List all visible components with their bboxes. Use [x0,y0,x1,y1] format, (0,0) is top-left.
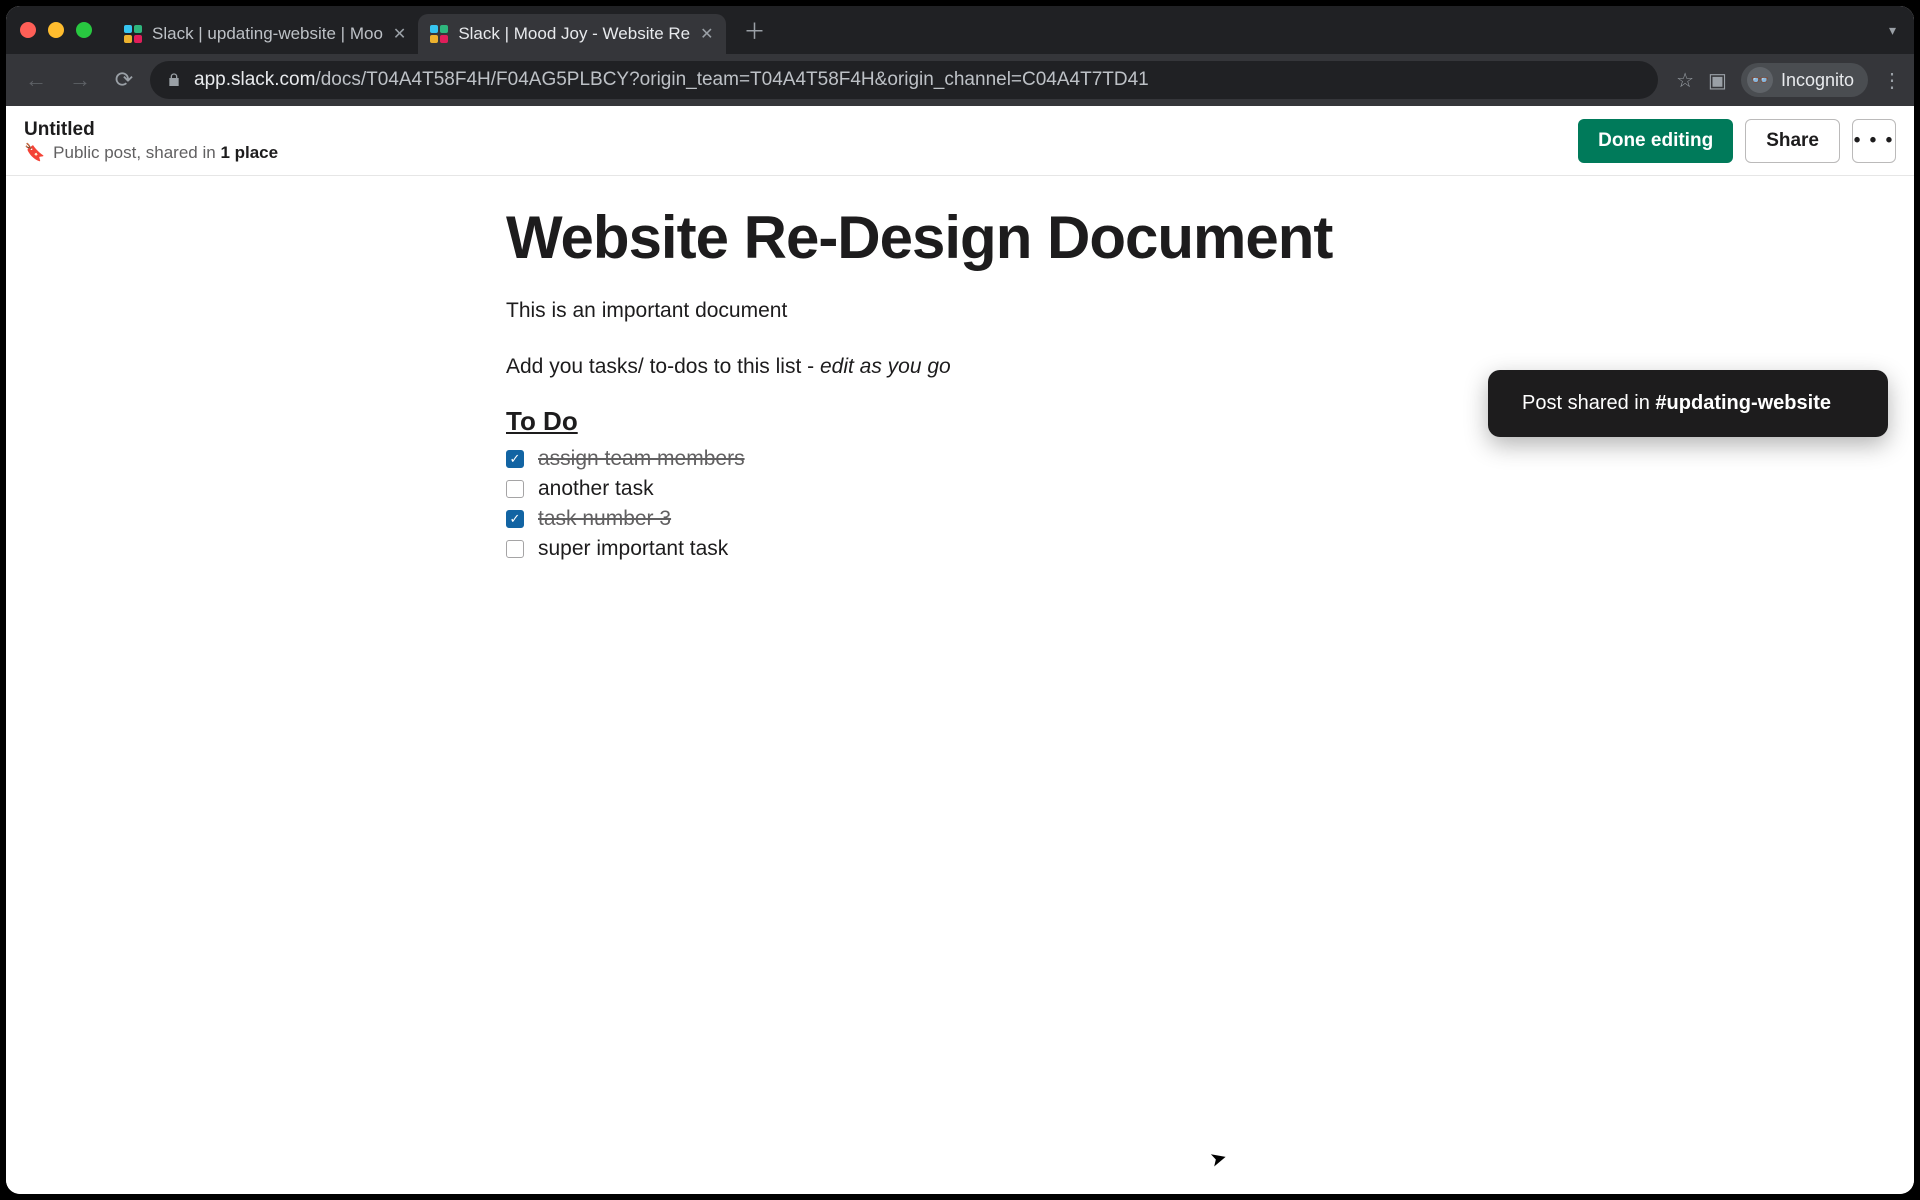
dots-icon: • • • [1854,130,1895,152]
todo-item[interactable]: another task [506,477,1486,501]
toast-post-shared[interactable]: Post shared in #updating-website [1488,370,1888,437]
todo-list: ✓ assign team members another task ✓ tas… [506,447,1486,561]
doc-instructions-em: edit as you go [820,355,951,378]
close-icon[interactable]: ✕ [700,24,713,44]
lock-icon [166,72,182,88]
checkbox[interactable]: ✓ [506,450,524,468]
todo-text[interactable]: super important task [538,537,728,561]
nav-reload-button[interactable]: ⟳ [106,62,142,98]
doc-content[interactable]: Website Re-Design Document This is an im… [506,206,1486,561]
tabs: Slack | updating-website | Moo ✕ Slack |… [112,6,726,54]
done-editing-button[interactable]: Done editing [1578,119,1733,163]
doc-intro[interactable]: This is an important document [506,295,1486,327]
tabs-dropdown-icon[interactable]: ▾ [1889,22,1896,39]
toast-channel: #updating-website [1655,392,1831,414]
side-panel-icon[interactable]: ▣ [1708,68,1727,93]
window-controls [20,22,92,38]
tab-strip: Slack | updating-website | Moo ✕ Slack |… [6,6,1914,54]
todo-item[interactable]: ✓ task number 3 [506,507,1486,531]
bookmark-icon: 🔖 [24,143,45,163]
doc-meta[interactable]: 🔖 Public post, shared in 1 place [24,143,278,163]
doc-header: Untitled 🔖 Public post, shared in 1 plac… [6,106,1914,176]
window-close-button[interactable] [20,22,36,38]
doc-header-right: Done editing Share • • • [1578,119,1896,163]
checkbox[interactable] [506,540,524,558]
doc-meta-places: 1 place [220,143,278,162]
incognito-chip[interactable]: 👓 Incognito [1741,63,1868,97]
browser-tab-1[interactable]: Slack | Mood Joy - Website Re ✕ [418,14,725,54]
window-minimize-button[interactable] [48,22,64,38]
slack-icon [430,25,448,43]
close-icon[interactable]: ✕ [393,24,406,44]
todo-text[interactable]: assign team members [538,447,745,471]
nav-back-button[interactable]: ← [18,62,54,98]
checkbox[interactable]: ✓ [506,510,524,528]
address-bar: ← → ⟳ app.slack.com/docs/T04A4T58F4H/F04… [6,54,1914,106]
doc-instructions[interactable]: Add you tasks/ to-dos to this list - edi… [506,351,1486,383]
toast-prefix: Post shared in [1522,392,1655,414]
todo-text[interactable]: another task [538,477,654,501]
url-text: app.slack.com/docs/T04A4T58F4H/F04AG5PLB… [194,69,1149,91]
doc-meta-prefix: Public post, shared in [53,143,220,162]
checkbox[interactable] [506,480,524,498]
doc-instructions-plain: Add you tasks/ to-dos to this list - [506,355,820,378]
nav-forward-button[interactable]: → [62,62,98,98]
slack-icon [124,25,142,43]
tab-title: Slack | Mood Joy - Website Re [458,24,690,44]
todo-item[interactable]: super important task [506,537,1486,561]
doc-body: Post shared in #updating-website Website… [6,176,1914,1194]
doc-meta-text: Public post, shared in 1 place [53,143,278,163]
share-button[interactable]: Share [1745,119,1840,163]
url-host: app.slack.com [194,69,315,90]
new-tab-button[interactable]: ＋ [726,14,784,46]
browser-window: Slack | updating-website | Moo ✕ Slack |… [6,6,1914,1194]
doc-title[interactable]: Website Re-Design Document [506,206,1486,269]
url-path: /docs/T04A4T58F4H/F04AG5PLBCY?origin_tea… [315,69,1148,90]
incognito-icon: 👓 [1747,67,1773,93]
window-zoom-button[interactable] [76,22,92,38]
doc-small-title[interactable]: Untitled [24,119,278,141]
doc-header-left: Untitled 🔖 Public post, shared in 1 plac… [24,119,278,163]
todo-heading[interactable]: To Do [506,406,1486,437]
tab-title: Slack | updating-website | Moo [152,24,383,44]
bookmark-star-icon[interactable]: ☆ [1676,68,1694,93]
browser-tab-0[interactable]: Slack | updating-website | Moo ✕ [112,14,418,54]
addr-right: ☆ ▣ 👓 Incognito ⋮ [1676,63,1902,97]
todo-text[interactable]: task number 3 [538,507,671,531]
todo-item[interactable]: ✓ assign team members [506,447,1486,471]
browser-menu-icon[interactable]: ⋮ [1882,68,1902,93]
mouse-cursor-icon: ➤ [1207,1144,1230,1172]
incognito-label: Incognito [1781,70,1854,91]
more-actions-button[interactable]: • • • [1852,119,1896,163]
url-field[interactable]: app.slack.com/docs/T04A4T58F4H/F04AG5PLB… [150,61,1658,99]
